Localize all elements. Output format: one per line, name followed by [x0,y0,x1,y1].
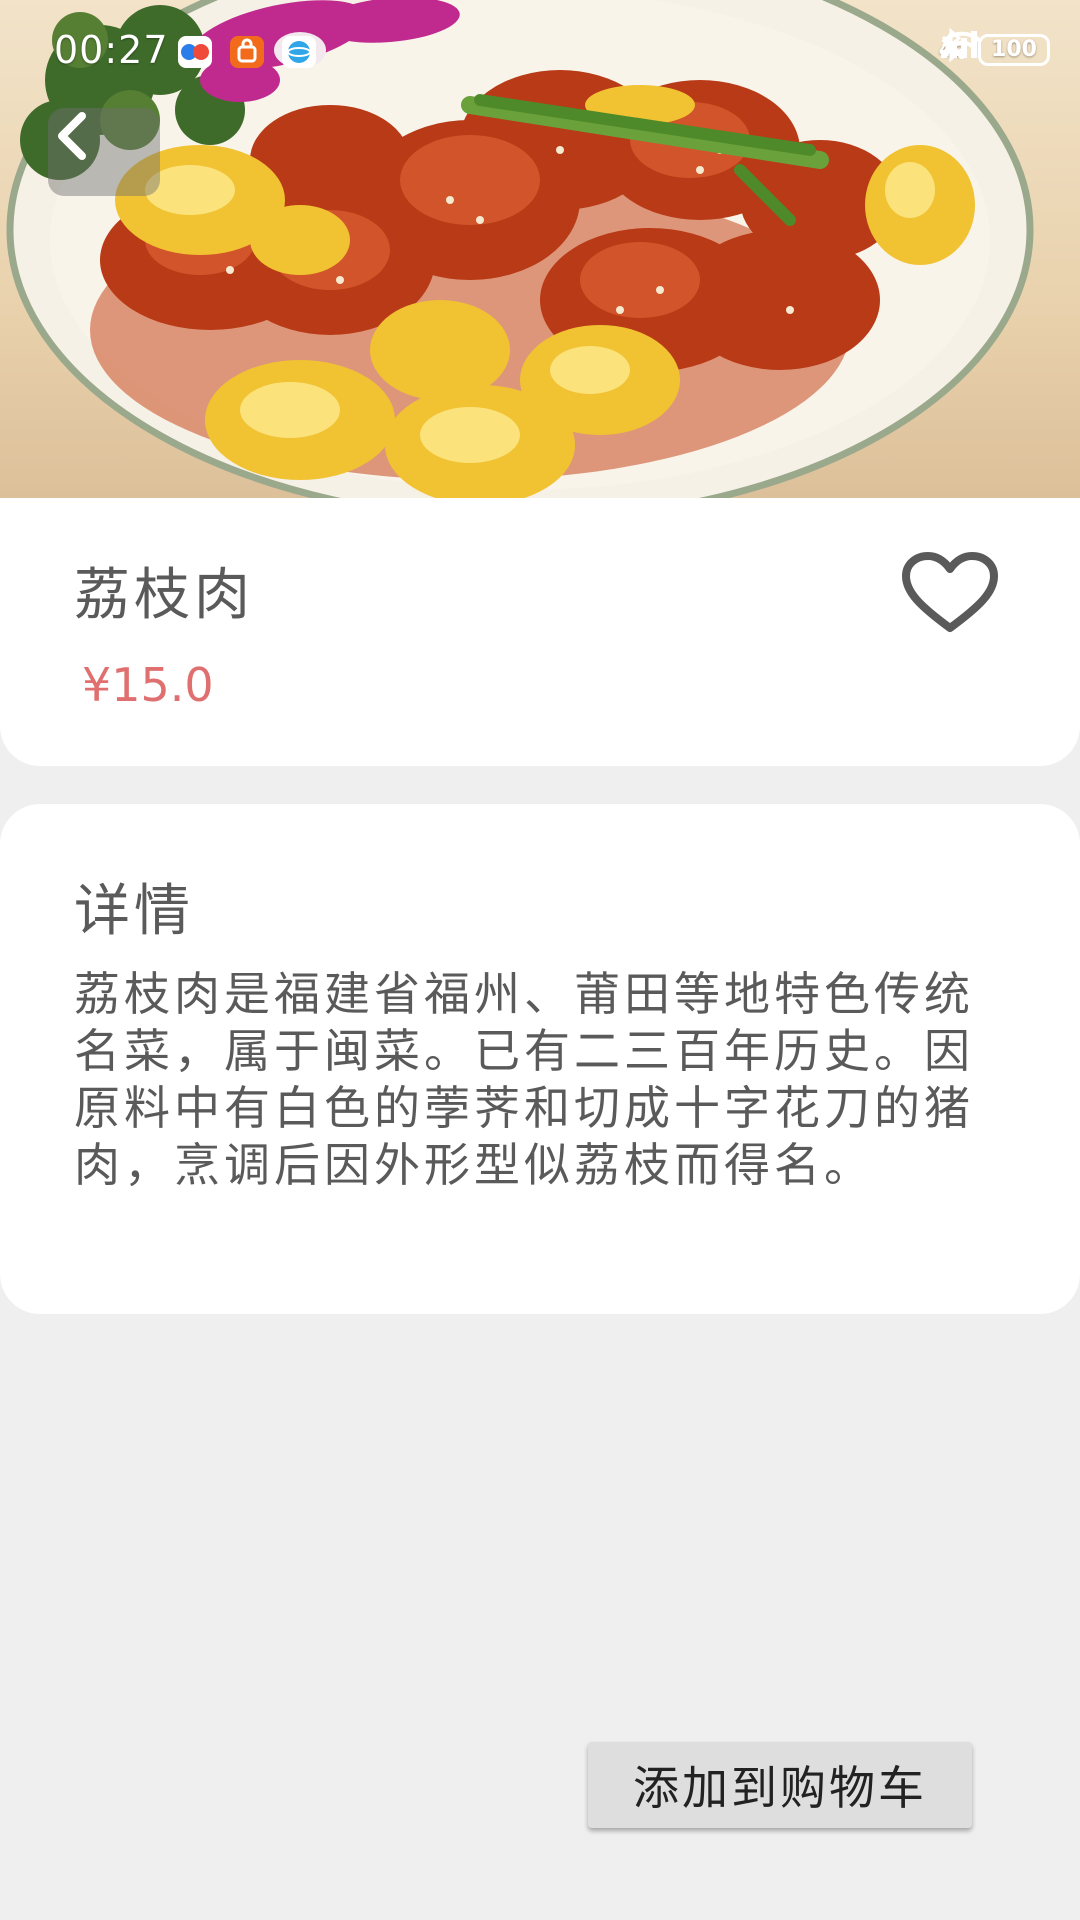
heart-outline-icon [902,552,998,632]
details-heading: 详情 [74,879,194,944]
shopping-app-notification-icon [230,36,264,68]
details-description: 荔枝肉是福建省福州、莆田等地特色传统名菜，属于闽菜。已有二三百年历史。因原料中有… [74,967,974,1192]
app-logo-icon [181,44,209,60]
dish-details-card: 详情 荔枝肉是福建省福州、莆田等地特色传统名菜，属于闽菜。已有二三百年历史。因原… [0,804,1080,1314]
dish-summary-card: 荔枝肉 ¥15.0 [0,498,1080,766]
add-to-cart-button[interactable]: 添加到购物车 [588,1742,972,1828]
status-time: 00:27 [54,28,169,72]
status-bar: 00:27 100 [0,0,1080,100]
chevron-left-icon [58,112,86,160]
app-notification-icon [178,36,212,68]
charging-bolt-icon [941,30,956,58]
shopping-bag-icon [237,38,257,63]
dish-photo: 00:27 100 [0,0,1080,498]
dish-name: 荔枝肉 [74,563,254,628]
back-button[interactable] [48,108,160,196]
battery-level: 100 [978,34,1050,66]
status-indicators: 4G 100 [939,28,1050,72]
browser-notification-icon [282,36,316,68]
favorite-button[interactable] [900,550,1000,636]
dish-price: ¥15.0 [82,658,214,712]
globe-icon [287,41,311,63]
